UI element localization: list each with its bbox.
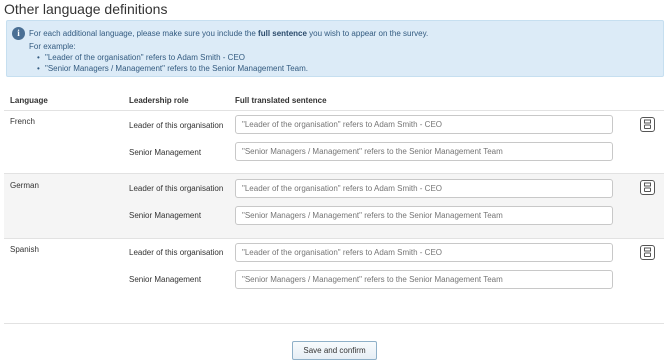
translation-input[interactable] [235,243,613,262]
language-label: German [10,181,39,190]
translation-input[interactable] [235,270,613,289]
save-and-confirm-button[interactable]: Save and confirm [292,341,377,360]
info-instruction-post: you wish to appear on the survey. [306,29,429,38]
role-label: Leader of this organisation [129,248,224,257]
translation-input[interactable] [235,206,613,225]
column-header-language: Language [10,96,48,105]
role-label: Senior Management [129,211,202,220]
language-label: Spanish [10,245,39,254]
language-group-spanish: Spanish Leader of this organisation Seni… [4,239,664,301]
role-label: Leader of this organisation [129,121,224,130]
info-instruction-bold: full sentence [258,29,307,38]
language-group-german: German Leader of this organisation Senio… [4,174,664,238]
save-icon[interactable] [640,245,655,260]
info-instruction: For each additional language, please mak… [29,29,428,38]
language-group-french: French Leader of this organisation Senio… [4,111,664,173]
footer-divider [4,323,664,324]
info-example-item: "Leader of the organisation" refers to A… [45,52,308,63]
column-header-sentence: Full translated sentence [235,96,327,105]
role-label: Leader of this organisation [129,184,224,193]
translation-input[interactable] [235,115,613,134]
info-instruction-pre: For each additional language, please mak… [29,29,259,38]
role-label: Senior Management [129,148,202,157]
translation-input[interactable] [235,179,613,198]
info-icon: i [12,27,25,40]
translation-input[interactable] [235,142,613,161]
column-header-role: Leadership role [129,96,189,105]
info-example-list: "Leader of the organisation" refers to A… [45,52,308,74]
page-title: Other language definitions [4,1,168,17]
role-label: Senior Management [129,275,202,284]
save-icon[interactable] [640,180,655,195]
info-callout: i For each additional language, please m… [6,20,664,77]
save-icon[interactable] [640,117,655,132]
language-label: French [10,117,35,126]
info-example-item: "Senior Managers / Management" refers to… [45,63,308,74]
info-example-label: For example: [29,42,76,51]
